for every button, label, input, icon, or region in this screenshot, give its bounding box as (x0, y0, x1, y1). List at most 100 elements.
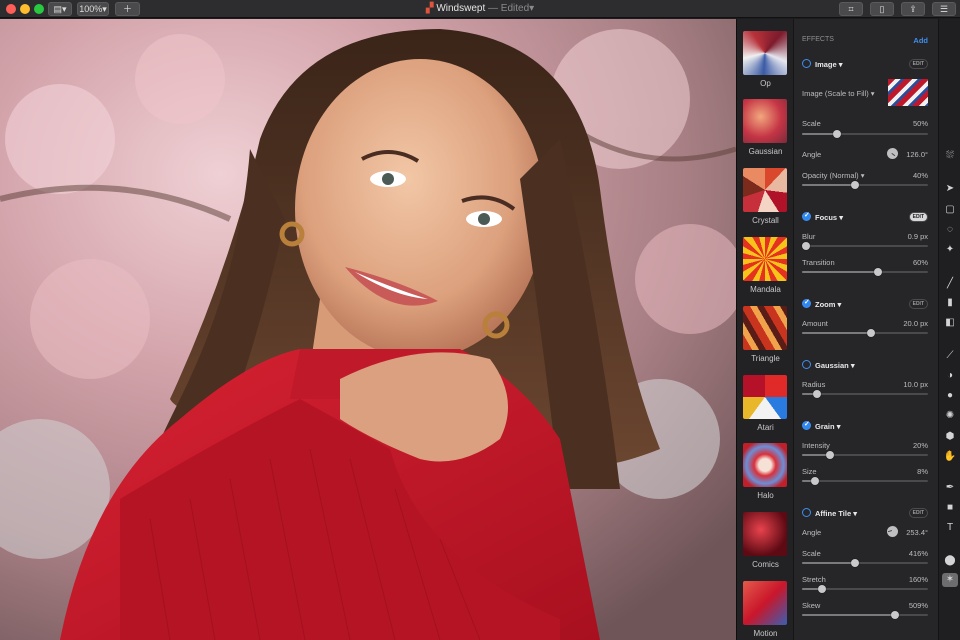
zoom-window-button[interactable] (34, 4, 44, 14)
effect-mandala[interactable]: Mandala (737, 225, 794, 294)
slider-knob[interactable] (833, 130, 842, 138)
scale-row: Scale 50% (802, 119, 928, 128)
slider-knob[interactable] (801, 242, 810, 250)
slider-knob[interactable] (873, 268, 882, 276)
effect-crystall[interactable]: Crystall (737, 156, 794, 225)
affine-scale-row: Scale 416% (802, 549, 928, 558)
hand-icon[interactable]: ✋ (942, 450, 958, 464)
edit-button[interactable]: EDIT (908, 508, 928, 518)
edit-button[interactable]: EDIT (908, 212, 928, 222)
add-button[interactable]: ＋ (115, 2, 140, 16)
effect-op[interactable]: Op (737, 19, 794, 88)
slider-knob[interactable] (825, 451, 834, 459)
effect-atari[interactable]: Atari (737, 363, 794, 432)
chevron-down-icon: ▾ (839, 213, 843, 222)
sidebar-toggle-button[interactable]: ▤▾ (48, 2, 72, 16)
eraser-icon[interactable]: ◧ (942, 316, 958, 330)
chevron-down-icon: ▾ (102, 4, 107, 14)
radius-row: Radius 10.0 px (802, 380, 928, 389)
pointer-icon[interactable]: ➤ (942, 182, 958, 196)
smudge-icon[interactable]: ⟋ (942, 349, 958, 363)
adjustments-button[interactable]: ☰ (932, 2, 956, 16)
slider-knob[interactable] (867, 329, 876, 337)
affine-scale-slider[interactable] (802, 559, 928, 567)
effect-thumbnail (743, 512, 787, 556)
hand-icon[interactable]: ⬢ (942, 430, 958, 444)
sliders-icon: ☰ (939, 4, 949, 14)
plus-icon: ＋ (122, 4, 132, 14)
shape-icon[interactable]: ■ (942, 501, 958, 515)
intensity-slider[interactable] (802, 451, 928, 459)
pen-brush-icon[interactable]: ╱ (942, 277, 958, 291)
share-button[interactable]: ⇪ (901, 2, 925, 16)
effect-thumbnail (743, 443, 787, 487)
slider-knob[interactable] (850, 181, 859, 189)
minimize-window-button[interactable] (20, 4, 30, 14)
image-toggle[interactable] (802, 59, 811, 68)
amount-slider[interactable] (802, 329, 928, 337)
sharpen-icon[interactable]: ✺ (942, 409, 958, 423)
blur-icon[interactable]: ● (942, 389, 958, 403)
effect-halo[interactable]: Halo (737, 431, 794, 500)
effects-browser: Op Gaussian Crystall Mandala Triangle At… (736, 19, 793, 640)
slider-fill (802, 562, 855, 564)
grain-size-slider[interactable] (802, 477, 928, 485)
effect-motion[interactable]: Motion (737, 569, 794, 638)
edit-button[interactable]: EDIT (908, 59, 928, 69)
slider-fill (802, 184, 855, 186)
pen-tool-icon[interactable]: ✒ (942, 481, 958, 495)
chevron-down-icon: ▾ (838, 60, 843, 69)
text-icon[interactable]: T (942, 521, 958, 535)
blur-slider[interactable] (801, 242, 928, 250)
document-title: ▞ Windswept — Edited▾ (425, 3, 535, 14)
slider-knob[interactable] (810, 477, 819, 485)
zoom-toggle[interactable] (802, 298, 811, 308)
crop-icon: ⌗ (848, 4, 854, 14)
effects-icon[interactable]: ✶ (942, 573, 958, 587)
crop-button[interactable]: ⌗ (839, 2, 863, 16)
close-window-button[interactable] (6, 4, 16, 14)
magic-wand-icon[interactable]: ✦ (942, 243, 958, 257)
slider-knob[interactable] (891, 611, 900, 619)
slider-knob[interactable] (850, 559, 859, 567)
clone-icon[interactable]: ◑ (942, 369, 958, 383)
zoom-level-select[interactable]: 100%▾ (77, 2, 109, 16)
gaussian-toggle[interactable] (802, 360, 811, 369)
effect-comics[interactable]: Comics (737, 500, 794, 569)
paint-bucket-icon[interactable]: ⛆ (942, 149, 958, 163)
slider-fill (802, 614, 896, 616)
fill-icon[interactable]: ▮ (942, 296, 958, 310)
edit-button[interactable]: EDIT (908, 299, 928, 309)
grain-toggle[interactable] (802, 420, 811, 430)
transition-slider[interactable] (802, 268, 928, 276)
effect-triangle[interactable]: Triangle (737, 294, 794, 363)
rect-select-icon[interactable]: ▢ (942, 203, 958, 217)
add-effect-button[interactable]: Add (802, 36, 928, 45)
color-icon[interactable]: ⬤ (942, 554, 958, 568)
intensity-row: Intensity 20% (802, 441, 928, 450)
slider-knob[interactable] (818, 585, 827, 593)
angle-row: Angle 126.0° (802, 150, 928, 159)
image-canvas[interactable] (0, 19, 736, 640)
effect-thumbnail (743, 237, 787, 281)
angle-dial[interactable] (887, 148, 898, 159)
new-document-button[interactable]: ▯ (870, 2, 894, 16)
opacity-row[interactable]: Opacity (Normal) ▾ 40% (802, 171, 928, 180)
angle-dial[interactable] (887, 526, 898, 537)
affine-tile-toggle[interactable] (802, 508, 811, 517)
effect-thumbnail (743, 306, 787, 350)
effect-thumbnail (743, 375, 787, 419)
radius-slider[interactable] (802, 390, 928, 398)
stretch-slider[interactable] (802, 585, 928, 593)
document-icon: ▞ (425, 3, 434, 14)
opacity-slider[interactable] (802, 181, 928, 189)
lasso-icon[interactable]: ◌ (942, 223, 958, 237)
image-thumbnail[interactable] (888, 79, 928, 106)
focus-toggle[interactable] (802, 211, 811, 221)
skew-slider[interactable] (802, 611, 928, 619)
effect-gaussian[interactable]: Gaussian (737, 87, 794, 156)
portrait-photo (0, 19, 736, 640)
scale-slider[interactable] (802, 130, 928, 138)
slider-knob[interactable] (813, 390, 822, 398)
transition-row: Transition 60% (802, 258, 928, 267)
